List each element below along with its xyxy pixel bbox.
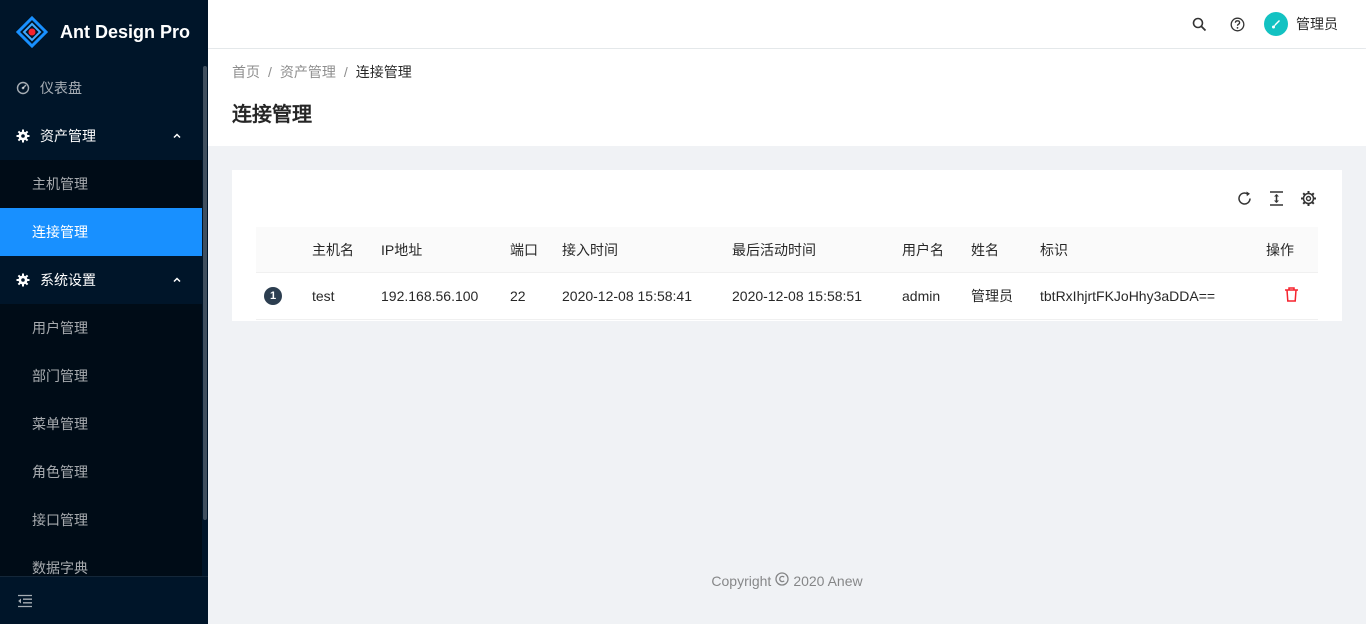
cell-name: 管理员 xyxy=(971,288,1013,304)
sidebar-menu: 仪表盘 资产管理 主机管理 连接管理 系统设置 用户管理 部门管理 菜单管理 角… xyxy=(0,64,202,592)
sidebar-item-label: 主机管理 xyxy=(32,176,88,192)
table-toolbar xyxy=(1222,188,1318,208)
sidebar-item-users[interactable]: 用户管理 xyxy=(0,304,202,352)
chevron-up-icon xyxy=(173,277,181,283)
delete-button[interactable] xyxy=(1284,287,1299,306)
column-header-username[interactable]: 用户名 xyxy=(902,240,944,260)
submenu-assets: 主机管理 连接管理 xyxy=(0,160,202,256)
search-button[interactable] xyxy=(1180,0,1218,48)
sidebar-item-label: 部门管理 xyxy=(32,368,88,384)
cell-ip: 192.168.56.100 xyxy=(381,288,479,304)
question-circle-icon xyxy=(1230,17,1244,31)
row-index-badge[interactable]: 1 xyxy=(264,287,282,305)
column-header-port[interactable]: 端口 xyxy=(510,240,538,260)
sidebar-item-label: 菜单管理 xyxy=(32,416,88,432)
breadcrumb-separator: / xyxy=(268,64,272,80)
sidebar-item-label: 连接管理 xyxy=(32,224,88,240)
column-settings-button[interactable] xyxy=(1298,188,1318,208)
sidebar-item-dashboard[interactable]: 仪表盘 xyxy=(0,64,202,112)
connections-table: 主机名 IP地址 端口 接入时间 最后活动时间 用户名 姓名 标识 操作 1 t… xyxy=(256,227,1318,320)
delete-icon xyxy=(1285,287,1298,302)
submenu-system: 用户管理 部门管理 菜单管理 角色管理 接口管理 数据字典 xyxy=(0,304,202,592)
reload-button[interactable] xyxy=(1234,188,1254,208)
user-menu[interactable]: 管理员 xyxy=(1264,12,1338,36)
sidebar: Ant Design Pro 仪表盘 资产管理 主机管理 连接管理 系统设置 用… xyxy=(0,0,208,624)
column-header-host[interactable]: 主机名 xyxy=(312,240,354,260)
user-name: 管理员 xyxy=(1296,16,1338,32)
sidebar-item-label: 用户管理 xyxy=(32,320,88,336)
density-button[interactable] xyxy=(1266,188,1286,208)
copyright-icon xyxy=(775,572,789,589)
cell-username: admin xyxy=(902,288,941,304)
cell-token: tbtRxIhjrtFKJoHhy3aDDA== xyxy=(1040,288,1216,304)
column-header-last-active[interactable]: 最后活动时间 xyxy=(732,240,816,260)
table-header: 主机名 IP地址 端口 接入时间 最后活动时间 用户名 姓名 标识 操作 xyxy=(256,227,1318,273)
connections-card: 主机名 IP地址 端口 接入时间 最后活动时间 用户名 姓名 标识 操作 1 t… xyxy=(232,170,1342,321)
column-header-connect-time[interactable]: 接入时间 xyxy=(562,240,618,260)
cell-host: test xyxy=(312,288,335,304)
sidebar-item-departments[interactable]: 部门管理 xyxy=(0,352,202,400)
collapse-button[interactable] xyxy=(0,576,208,624)
sidebar-group-label: 资产管理 xyxy=(40,128,96,144)
sidebar-item-menus[interactable]: 菜单管理 xyxy=(0,400,202,448)
ant-design-logo-icon xyxy=(16,16,48,48)
cell-last-active: 2020-12-08 15:58:51 xyxy=(732,288,862,304)
cell-port: 22 xyxy=(510,288,526,304)
chevron-up-icon xyxy=(173,133,181,139)
breadcrumb: 首页 / 资产管理 / 连接管理 xyxy=(232,61,1342,83)
column-height-icon xyxy=(1269,190,1283,206)
top-header: 管理员 xyxy=(208,0,1366,48)
sidebar-item-apis[interactable]: 接口管理 xyxy=(0,496,202,544)
sidebar-item-connections[interactable]: 连接管理 xyxy=(0,208,202,256)
logo[interactable]: Ant Design Pro xyxy=(0,0,208,64)
column-header-ip[interactable]: IP地址 xyxy=(381,240,422,260)
app-title: Ant Design Pro xyxy=(60,21,191,42)
search-icon xyxy=(1192,17,1206,31)
sidebar-item-label: 接口管理 xyxy=(32,512,88,528)
dashboard-icon xyxy=(16,81,30,95)
sidebar-item-hosts[interactable]: 主机管理 xyxy=(0,160,202,208)
breadcrumb-assets[interactable]: 资产管理 xyxy=(280,62,336,82)
page-title: 连接管理 xyxy=(232,104,312,126)
gear-icon xyxy=(16,129,30,143)
sidebar-item-roles[interactable]: 角色管理 xyxy=(0,448,202,496)
column-header-token[interactable]: 标识 xyxy=(1040,240,1068,260)
table-row: 1 test 192.168.56.100 22 2020-12-08 15:5… xyxy=(256,273,1318,320)
help-button[interactable] xyxy=(1218,0,1256,48)
setting-icon xyxy=(1300,190,1316,206)
scrollbar-thumb[interactable] xyxy=(203,66,207,520)
breadcrumb-separator: / xyxy=(343,64,348,80)
column-header-name[interactable]: 姓名 xyxy=(971,240,999,260)
breadcrumb-current: 连接管理 xyxy=(355,64,412,80)
footer-copyright-text: 2020 Anew xyxy=(793,572,863,589)
breadcrumb-home[interactable]: 首页 xyxy=(232,62,260,82)
sidebar-group-assets[interactable]: 资产管理 xyxy=(0,112,202,160)
column-header-actions: 操作 xyxy=(1266,241,1294,258)
footer-copyright-label: Copyright xyxy=(711,572,772,589)
menu-fold-icon xyxy=(18,594,32,607)
sidebar-item-label: 数据字典 xyxy=(32,560,88,576)
sidebar-item-label: 角色管理 xyxy=(32,464,88,480)
sidebar-item-label: 仪表盘 xyxy=(40,80,82,96)
user-avatar-icon xyxy=(1272,20,1280,29)
page-header: 首页 / 资产管理 / 连接管理 连接管理 xyxy=(208,49,1366,146)
reload-icon xyxy=(1237,191,1251,205)
gear-icon xyxy=(16,273,30,287)
avatar xyxy=(1264,12,1288,36)
page-footer: Copyright 2020 Anew xyxy=(208,572,1366,589)
sidebar-group-label: 系统设置 xyxy=(40,272,96,288)
cell-connect-time: 2020-12-08 15:58:41 xyxy=(562,288,692,304)
sidebar-group-system[interactable]: 系统设置 xyxy=(0,256,202,304)
